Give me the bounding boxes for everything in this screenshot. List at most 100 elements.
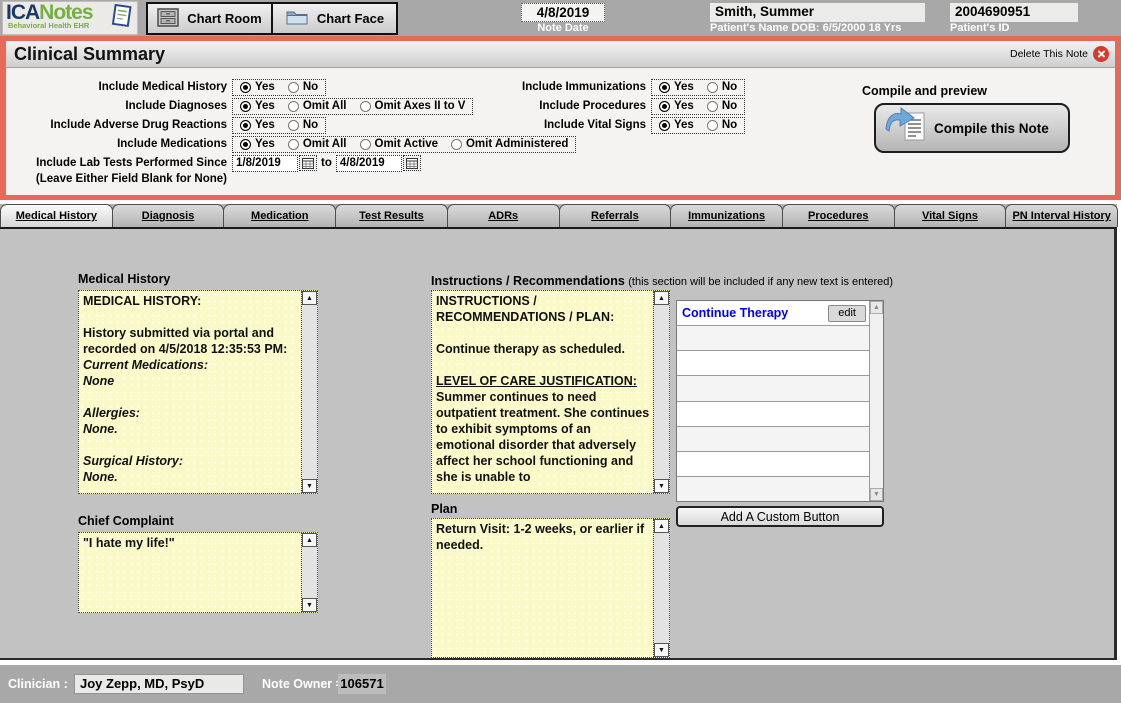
patient-name-field[interactable]: Smith, Summer bbox=[710, 3, 925, 22]
footer-bar: Clinician : Joy Zepp, MD, PsyD Note Owne… bbox=[0, 665, 1121, 703]
textarea-line: History submitted via portal and recorde… bbox=[83, 325, 298, 357]
include-procedures-options: Yes No bbox=[651, 98, 745, 115]
scroll-up-icon[interactable]: ▲ bbox=[654, 519, 669, 533]
compile-and-preview-heading: Compile and preview bbox=[862, 84, 987, 98]
calendar-icon[interactable] bbox=[299, 155, 317, 171]
note-owner-label: Note Owner = bbox=[262, 677, 343, 691]
scroll-down-icon[interactable]: ▼ bbox=[302, 598, 317, 612]
radio-yes[interactable]: Yes bbox=[659, 100, 694, 112]
textarea-line: Surgical History: bbox=[83, 453, 298, 469]
chart-room-label: Chart Room bbox=[187, 11, 261, 26]
include-medications-options: Yes Omit All Omit Active Omit Administer… bbox=[232, 136, 576, 153]
radio-omit-active[interactable]: Omit Active bbox=[360, 138, 438, 150]
medical-history-textarea[interactable]: MEDICAL HISTORY: History submitted via p… bbox=[78, 290, 318, 494]
chief-complaint-textarea[interactable]: "I hate my life!" ▲ ▼ bbox=[78, 532, 318, 613]
include-immunizations-label: Include Immunizations bbox=[306, 81, 646, 93]
clinician-field[interactable]: Joy Zepp, MD, PsyD bbox=[74, 674, 244, 694]
chief-complaint-scrollbar[interactable]: ▲ ▼ bbox=[301, 533, 317, 612]
radio-omit-all[interactable]: Omit All bbox=[288, 138, 347, 150]
scroll-up-icon[interactable]: ▲ bbox=[870, 301, 883, 314]
instructions-textarea[interactable]: INSTRUCTIONS / RECOMMENDATIONS / PLAN: C… bbox=[431, 290, 670, 494]
medical-history-scrollbar[interactable]: ▲ ▼ bbox=[301, 291, 317, 493]
instructions-heading-note: (this section will be included if any ne… bbox=[628, 276, 893, 288]
compile-this-note-button[interactable]: Compile this Note bbox=[874, 103, 1070, 153]
note-owner-value: 106571 bbox=[338, 674, 386, 694]
custom-button-row-empty bbox=[677, 376, 869, 401]
custom-buttons-list: Continue Therapy edit ▲ ▼ bbox=[676, 300, 884, 502]
custom-list-scrollbar[interactable]: ▲ ▼ bbox=[869, 301, 883, 501]
radio-no[interactable]: No bbox=[707, 81, 737, 93]
lab-tests-to-date[interactable]: 4/8/2019 bbox=[336, 155, 402, 172]
tab-diagnosis[interactable]: Diagnosis bbox=[112, 204, 225, 227]
edit-button[interactable]: edit bbox=[828, 305, 866, 322]
radio-yes[interactable]: Yes bbox=[659, 81, 694, 93]
compile-note-icon bbox=[884, 107, 928, 150]
tab-vital-signs[interactable]: Vital Signs bbox=[894, 204, 1007, 227]
textarea-line: None. bbox=[83, 469, 298, 485]
custom-button-row-empty bbox=[677, 326, 869, 351]
chart-face-button[interactable]: Chart Face bbox=[273, 4, 396, 33]
lab-tests-from-date[interactable]: 1/8/2019 bbox=[232, 155, 298, 172]
medical-history-tab-panel: Medical History MEDICAL HISTORY: History… bbox=[0, 229, 1117, 660]
textarea-line: Return Visit: 1-2 weeks, or earlier if n… bbox=[436, 521, 650, 553]
scroll-down-icon[interactable]: ▼ bbox=[302, 479, 317, 493]
radio-no[interactable]: No bbox=[707, 100, 737, 112]
calendar-icon[interactable] bbox=[403, 155, 421, 171]
lab-tests-note-row: (Leave Either Field Blank for None) bbox=[6, 170, 227, 188]
radio-no[interactable]: No bbox=[707, 119, 737, 131]
include-vital-signs-options: Yes No bbox=[651, 117, 745, 134]
scroll-up-icon[interactable]: ▲ bbox=[654, 291, 669, 305]
delete-this-note-button[interactable]: Delete This Note bbox=[1010, 46, 1109, 62]
continue-therapy-button[interactable]: Continue Therapy bbox=[682, 306, 788, 320]
tab-medical-history[interactable]: Medical History bbox=[0, 204, 113, 227]
panel-title-bar: Clinical Summary Delete This Note bbox=[6, 41, 1115, 68]
scroll-down-icon[interactable]: ▼ bbox=[654, 643, 669, 657]
radio-yes[interactable]: Yes bbox=[240, 81, 275, 93]
tab-pn-interval-history[interactable]: PN Interval History bbox=[1005, 204, 1118, 227]
textarea-line bbox=[83, 309, 298, 325]
patient-id-field[interactable]: 2004690951 bbox=[950, 3, 1078, 22]
chart-room-button[interactable]: Chart Room bbox=[148, 4, 271, 33]
textarea-line: Summer continues to need outpatient trea… bbox=[436, 389, 650, 485]
textarea-line bbox=[436, 325, 650, 341]
include-vital-signs-label: Include Vital Signs bbox=[306, 119, 646, 131]
textarea-line: Current Medications: bbox=[83, 357, 298, 373]
scroll-down-icon[interactable]: ▼ bbox=[870, 488, 883, 501]
instructions-scrollbar[interactable]: ▲ ▼ bbox=[653, 291, 669, 493]
radio-yes[interactable]: Yes bbox=[659, 119, 694, 131]
delete-note-label: Delete This Note bbox=[1010, 48, 1088, 60]
tab-adrs[interactable]: ADRs bbox=[447, 204, 560, 227]
radio-yes[interactable]: Yes bbox=[240, 138, 275, 150]
chart-room-icon bbox=[157, 8, 179, 30]
radio-omit-administered[interactable]: Omit Administered bbox=[451, 138, 568, 150]
note-date-field[interactable]: 4/8/2019 bbox=[521, 3, 605, 22]
delete-x-icon[interactable] bbox=[1093, 46, 1109, 62]
scroll-down-icon[interactable]: ▼ bbox=[654, 479, 669, 493]
tab-procedures[interactable]: Procedures bbox=[782, 204, 895, 227]
tab-immunizations[interactable]: Immunizations bbox=[670, 204, 783, 227]
radio-yes[interactable]: Yes bbox=[240, 100, 275, 112]
include-adr-row: Include Adverse Drug Reactions Yes No bbox=[6, 116, 326, 134]
include-medical-history-row: Include Medical History Yes No bbox=[6, 78, 326, 96]
icanotes-logo: ICANotes Behavioral Health EHR bbox=[2, 1, 138, 35]
clinical-summary-panel: Clinical Summary Delete This Note Includ… bbox=[0, 36, 1121, 200]
logo-text-ica: ICA bbox=[6, 3, 39, 23]
radio-yes[interactable]: Yes bbox=[240, 119, 275, 131]
chart-nav-group: Chart Room Chart Face bbox=[146, 2, 398, 35]
tab-test-results[interactable]: Test Results bbox=[335, 204, 448, 227]
header-bar: ICANotes Behavioral Health EHR bbox=[0, 0, 1121, 36]
scroll-up-icon[interactable]: ▲ bbox=[302, 533, 317, 547]
add-custom-button[interactable]: Add A Custom Button bbox=[676, 506, 884, 527]
plan-scrollbar[interactable]: ▲ ▼ bbox=[653, 519, 669, 657]
include-adr-label: Include Adverse Drug Reactions bbox=[6, 119, 227, 131]
tab-referrals[interactable]: Referrals bbox=[559, 204, 672, 227]
page-title: Clinical Summary bbox=[14, 44, 165, 65]
custom-button-row-empty bbox=[677, 477, 869, 501]
custom-button-row: Continue Therapy edit bbox=[677, 301, 869, 326]
include-procedures-label: Include Procedures bbox=[306, 100, 646, 112]
tab-medication[interactable]: Medication bbox=[223, 204, 336, 227]
include-medical-history-label: Include Medical History bbox=[6, 81, 227, 93]
note-date-label: Note Date bbox=[521, 22, 605, 34]
plan-textarea[interactable]: Return Visit: 1-2 weeks, or earlier if n… bbox=[431, 518, 670, 658]
scroll-up-icon[interactable]: ▲ bbox=[302, 291, 317, 305]
